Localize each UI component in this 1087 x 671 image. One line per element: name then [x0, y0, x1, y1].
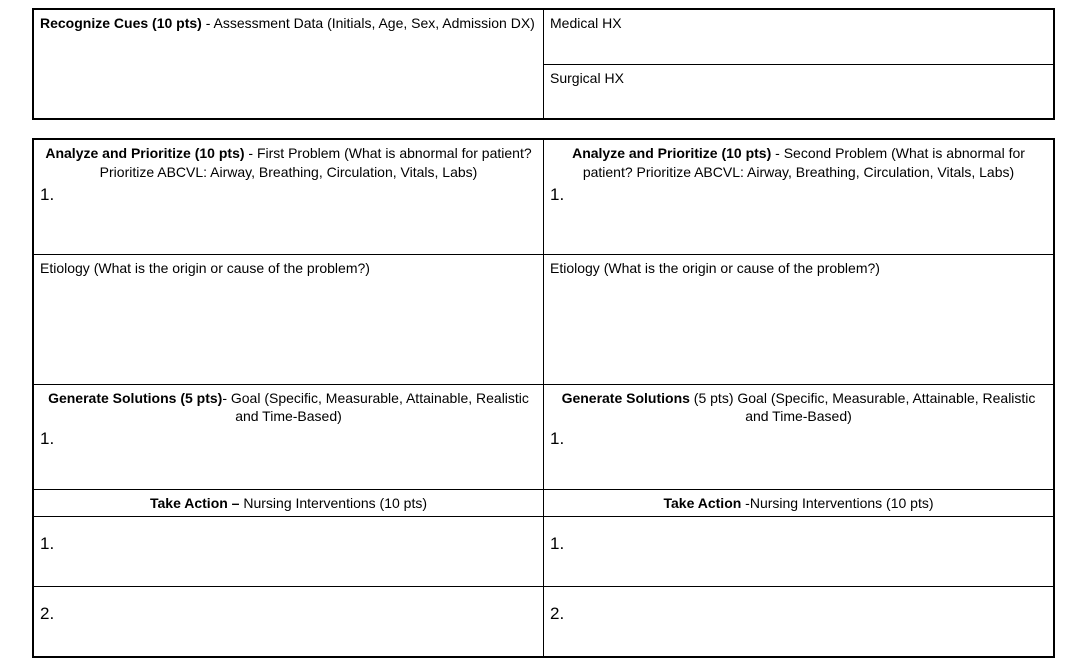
- takeaction-right-n2: 2.: [550, 603, 1047, 626]
- recognize-cues-table: Recognize Cues (10 pts) - Assessment Dat…: [32, 8, 1055, 120]
- takeaction-left-title: Take Action –: [150, 495, 239, 511]
- problems-table: Analyze and Prioritize (10 pts) - First …: [32, 138, 1055, 658]
- takeaction-right-2: 2.: [544, 587, 1055, 657]
- analyze-right-num: 1.: [550, 184, 1047, 207]
- takeaction-left-head: Take Action – Nursing Interventions (10 …: [33, 489, 544, 517]
- analyze-left-title: Analyze and Prioritize (10 pts): [45, 145, 244, 161]
- takeaction-left-desc: Nursing Interventions (10 pts): [239, 495, 427, 511]
- takeaction-left-1: 1.: [33, 517, 544, 587]
- takeaction-right-title: Take Action: [664, 495, 742, 511]
- etiology-left-label: Etiology (What is the origin or cause of…: [40, 260, 370, 276]
- gensol-right-title: Generate Solutions: [562, 390, 690, 406]
- gensol-left-title: Generate Solutions (5 pts): [48, 390, 222, 406]
- recognize-cues-title: Recognize Cues (10 pts): [40, 15, 202, 31]
- takeaction-left-n1: 1.: [40, 533, 537, 556]
- medical-hx-label: Medical HX: [550, 15, 622, 31]
- gensol-left-cell: Generate Solutions (5 pts)- Goal (Specif…: [33, 384, 544, 489]
- gensol-left-num: 1.: [40, 428, 537, 451]
- analyze-left-cell: Analyze and Prioritize (10 pts) - First …: [33, 139, 544, 254]
- etiology-right-label: Etiology (What is the origin or cause of…: [550, 260, 880, 276]
- gensol-right-cell: Generate Solutions (5 pts) Goal (Specifi…: [544, 384, 1055, 489]
- analyze-right-cell: Analyze and Prioritize (10 pts) - Second…: [544, 139, 1055, 254]
- takeaction-left-n2: 2.: [40, 603, 537, 626]
- etiology-right-cell: Etiology (What is the origin or cause of…: [544, 254, 1055, 384]
- takeaction-right-head: Take Action -Nursing Interventions (10 p…: [544, 489, 1055, 517]
- recognize-cues-cell: Recognize Cues (10 pts) - Assessment Dat…: [33, 9, 544, 119]
- surgical-hx-label: Surgical HX: [550, 70, 624, 86]
- medical-hx-cell: Medical HX: [544, 9, 1055, 64]
- analyze-left-num: 1.: [40, 184, 537, 207]
- takeaction-right-1: 1.: [544, 517, 1055, 587]
- recognize-cues-desc: - Assessment Data (Initials, Age, Sex, A…: [202, 15, 535, 31]
- takeaction-right-n1: 1.: [550, 533, 1047, 556]
- gensol-right-desc: (5 pts) Goal (Specific, Measurable, Atta…: [690, 390, 1036, 425]
- takeaction-right-desc: -Nursing Interventions (10 pts): [741, 495, 933, 511]
- surgical-hx-cell: Surgical HX: [544, 64, 1055, 119]
- gensol-left-desc: - Goal (Specific, Measurable, Attainable…: [222, 390, 529, 425]
- etiology-left-cell: Etiology (What is the origin or cause of…: [33, 254, 544, 384]
- gensol-right-num: 1.: [550, 428, 1047, 451]
- takeaction-left-2: 2.: [33, 587, 544, 657]
- analyze-right-title: Analyze and Prioritize (10 pts): [572, 145, 771, 161]
